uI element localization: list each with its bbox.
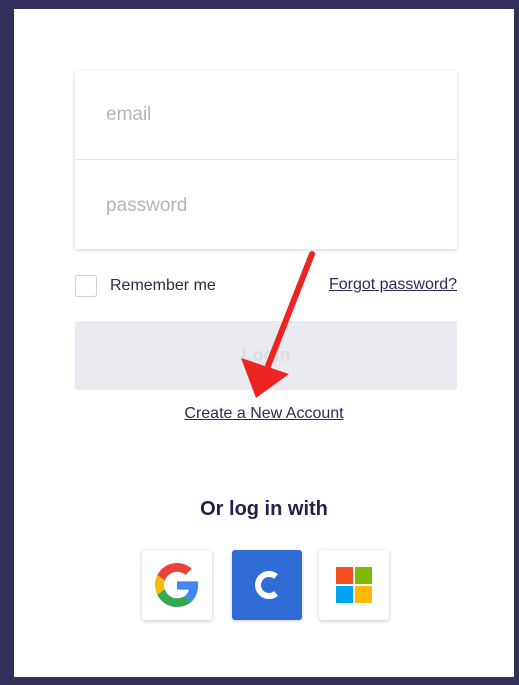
login-card: Remember me Forgot password? Login Creat…: [14, 9, 514, 677]
remember-checkbox[interactable]: [75, 275, 97, 297]
password-field[interactable]: [75, 161, 457, 250]
remember-me[interactable]: Remember me: [75, 274, 216, 298]
social-login-title: Or log in with: [200, 498, 328, 520]
c-letter-icon: [255, 571, 278, 599]
forgot-password-link[interactable]: Forgot password?: [329, 276, 457, 294]
window-frame: Remember me Forgot password? Login Creat…: [0, 0, 519, 685]
google-login-button[interactable]: [142, 550, 212, 620]
microsoft-icon: [336, 567, 372, 603]
login-button[interactable]: Login: [75, 321, 457, 390]
social-login-buttons: [142, 550, 392, 620]
google-icon: [155, 563, 199, 607]
remember-label: Remember me: [110, 277, 216, 294]
email-field[interactable]: [75, 71, 457, 160]
create-account-row: Create a New Account: [14, 405, 514, 423]
microsoft-login-button[interactable]: [319, 550, 389, 620]
create-account-link[interactable]: Create a New Account: [184, 405, 343, 422]
c-login-button[interactable]: [232, 550, 302, 620]
credentials-box: [75, 71, 457, 250]
